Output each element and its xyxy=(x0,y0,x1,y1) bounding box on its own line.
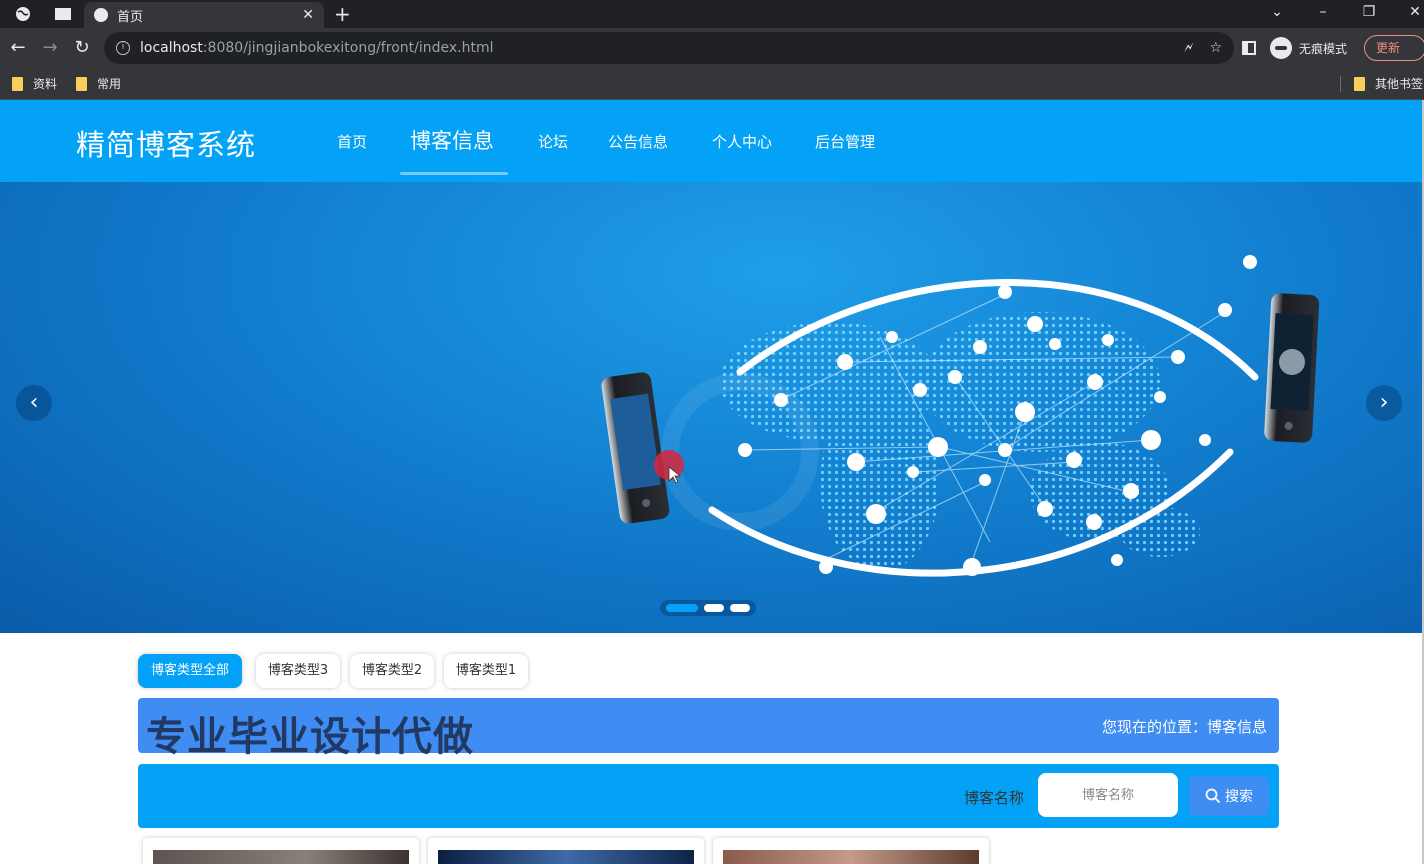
browser-tab-bar: 首页 ✕ + ⌄ – ❐ ✕ xyxy=(0,0,1424,28)
search-input[interactable] xyxy=(1038,773,1178,817)
banner-image xyxy=(601,255,1320,577)
search-button[interactable]: 搜索 xyxy=(1189,776,1269,816)
blog-card-image xyxy=(723,850,979,864)
globe-icon xyxy=(94,8,108,22)
blog-card-image xyxy=(438,850,694,864)
chevron-down-icon[interactable]: ⌄ xyxy=(1262,2,1292,22)
bookmark-folder-other[interactable]: 其他书签 xyxy=(1354,75,1423,92)
info-icon[interactable]: i xyxy=(116,41,130,55)
site-title: 精简博客系统 xyxy=(76,128,257,162)
update-label: 更新 xyxy=(1376,41,1401,55)
tab-strip-icon[interactable] xyxy=(52,4,74,24)
search-label: 博客名称 xyxy=(964,789,1025,807)
bookmark-folder-ziliao[interactable]: 资料 xyxy=(12,75,57,92)
url-path: :8080/jingjianbokexitong/front/index.htm… xyxy=(202,40,494,56)
blog-card[interactable] xyxy=(713,838,989,864)
bookmark-label: 其他书签 xyxy=(1375,77,1424,91)
bookmark-label: 常用 xyxy=(97,77,122,91)
side-panel-icon[interactable] xyxy=(1242,41,1256,55)
nav-admin[interactable]: 后台管理 xyxy=(815,131,875,152)
blog-card[interactable] xyxy=(143,838,419,864)
search-button-label: 搜索 xyxy=(1225,789,1253,805)
browser-tab-home[interactable]: 首页 ✕ xyxy=(84,2,324,28)
type-filter-2[interactable]: 博客类型2 xyxy=(350,654,434,688)
restore-icon[interactable]: ❐ xyxy=(1354,2,1384,22)
carousel-dot-3[interactable] xyxy=(730,604,750,612)
watermark-text: 专业毕业设计代做 xyxy=(146,714,474,760)
incognito-icon xyxy=(1270,37,1292,59)
type-filter-1[interactable]: 博客类型1 xyxy=(444,654,528,688)
tab-title: 首页 xyxy=(117,9,144,25)
browser-toolbar: ← → ↻ i localhost :8080/jingjianbokexito… xyxy=(0,28,1424,68)
nav-forum[interactable]: 论坛 xyxy=(538,131,568,152)
bookmark-folder-changyong[interactable]: 常用 xyxy=(76,75,121,92)
carousel-dot-1[interactable] xyxy=(666,604,698,612)
nav-blog-info[interactable]: 博客信息 xyxy=(410,125,494,155)
incognito-indicator[interactable]: 无痕模式 xyxy=(1270,37,1347,59)
nav-personal-center[interactable]: 个人中心 xyxy=(712,131,772,152)
url-host: localhost xyxy=(140,40,203,56)
bookmark-separator xyxy=(1340,76,1341,92)
update-button[interactable]: 更新 xyxy=(1364,35,1424,61)
folder-icon xyxy=(1354,76,1365,91)
carousel-indicators xyxy=(660,600,756,616)
globe-icon[interactable] xyxy=(12,4,34,24)
nav-home[interactable]: 首页 xyxy=(337,131,367,152)
minimize-icon[interactable]: – xyxy=(1308,2,1338,22)
bookmark-label: 资料 xyxy=(33,77,58,91)
nav-active-underline xyxy=(400,172,508,175)
reload-icon[interactable]: ↻ xyxy=(70,36,94,60)
bookmarks-bar: 资料 常用 其他书签 xyxy=(0,68,1424,100)
forward-arrow-icon[interactable]: → xyxy=(38,36,62,60)
folder-icon xyxy=(76,76,87,91)
folder-icon xyxy=(12,76,23,91)
blog-card-image xyxy=(153,850,409,864)
type-filter-all[interactable]: 博客类型全部 xyxy=(138,654,242,688)
star-icon[interactable]: ☆ xyxy=(1209,40,1222,56)
new-tab-icon[interactable]: + xyxy=(334,2,351,26)
breadcrumb: 您现在的位置：博客信息 xyxy=(1101,718,1267,736)
breadcrumb-bar: 专业毕业设计代做 您现在的位置：博客信息 xyxy=(138,698,1279,760)
incognito-label: 无痕模式 xyxy=(1299,41,1348,56)
type-filter-3[interactable]: 博客类型3 xyxy=(256,654,340,688)
site-header: 精简博客系统 首页 博客信息 论坛 公告信息 个人中心 后台管理 xyxy=(0,100,1422,182)
nav-announcements[interactable]: 公告信息 xyxy=(608,131,668,152)
window-close-icon[interactable]: ✕ xyxy=(1400,2,1424,22)
translate-icon[interactable]: 🗲 xyxy=(1184,40,1193,56)
chevron-right-icon[interactable]: › xyxy=(1366,385,1402,421)
search-icon xyxy=(1205,788,1221,804)
close-icon[interactable]: ✕ xyxy=(302,7,314,23)
carousel-dot-2[interactable] xyxy=(704,604,724,612)
banner-carousel: ‹ › xyxy=(0,182,1422,633)
blog-card[interactable] xyxy=(428,838,704,864)
chevron-left-icon[interactable]: ‹ xyxy=(16,385,52,421)
back-arrow-icon[interactable]: ← xyxy=(6,36,30,60)
search-panel: 博客名称 搜索 xyxy=(138,764,1279,828)
address-bar[interactable]: i localhost :8080/jingjianbokexitong/fro… xyxy=(104,32,1234,64)
